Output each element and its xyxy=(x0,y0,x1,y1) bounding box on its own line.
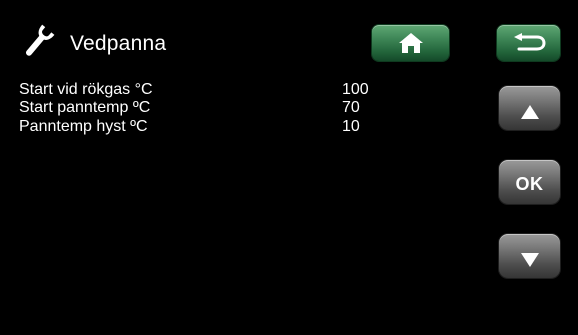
back-arrow-icon xyxy=(513,33,546,51)
param-label: Start vid rökgas °C xyxy=(19,81,153,98)
param-row-boiler-temp-hyst[interactable]: Panntemp hyst ºC 10 xyxy=(19,117,379,137)
home-icon xyxy=(398,33,423,53)
arrow-down-icon xyxy=(520,252,539,267)
param-row-start-boiler-temp[interactable]: Start panntemp ºC 70 xyxy=(19,98,379,118)
param-value: 70 xyxy=(342,99,360,116)
param-label: Panntemp hyst ºC xyxy=(19,118,148,135)
wrench-icon xyxy=(18,24,58,60)
param-label: Start panntemp ºC xyxy=(19,99,151,116)
arrow-up-icon xyxy=(520,104,539,119)
param-row-start-flue-gas[interactable]: Start vid rökgas °C 100 xyxy=(19,80,379,100)
param-value: 10 xyxy=(342,118,360,135)
ok-button[interactable]: OK xyxy=(499,160,560,204)
back-button[interactable] xyxy=(497,25,560,61)
ok-label: OK xyxy=(515,174,544,194)
up-button[interactable] xyxy=(499,86,560,130)
param-value: 100 xyxy=(342,81,369,98)
page-title: Vedpanna xyxy=(70,32,167,55)
down-button[interactable] xyxy=(499,234,560,278)
home-button[interactable] xyxy=(372,25,449,61)
